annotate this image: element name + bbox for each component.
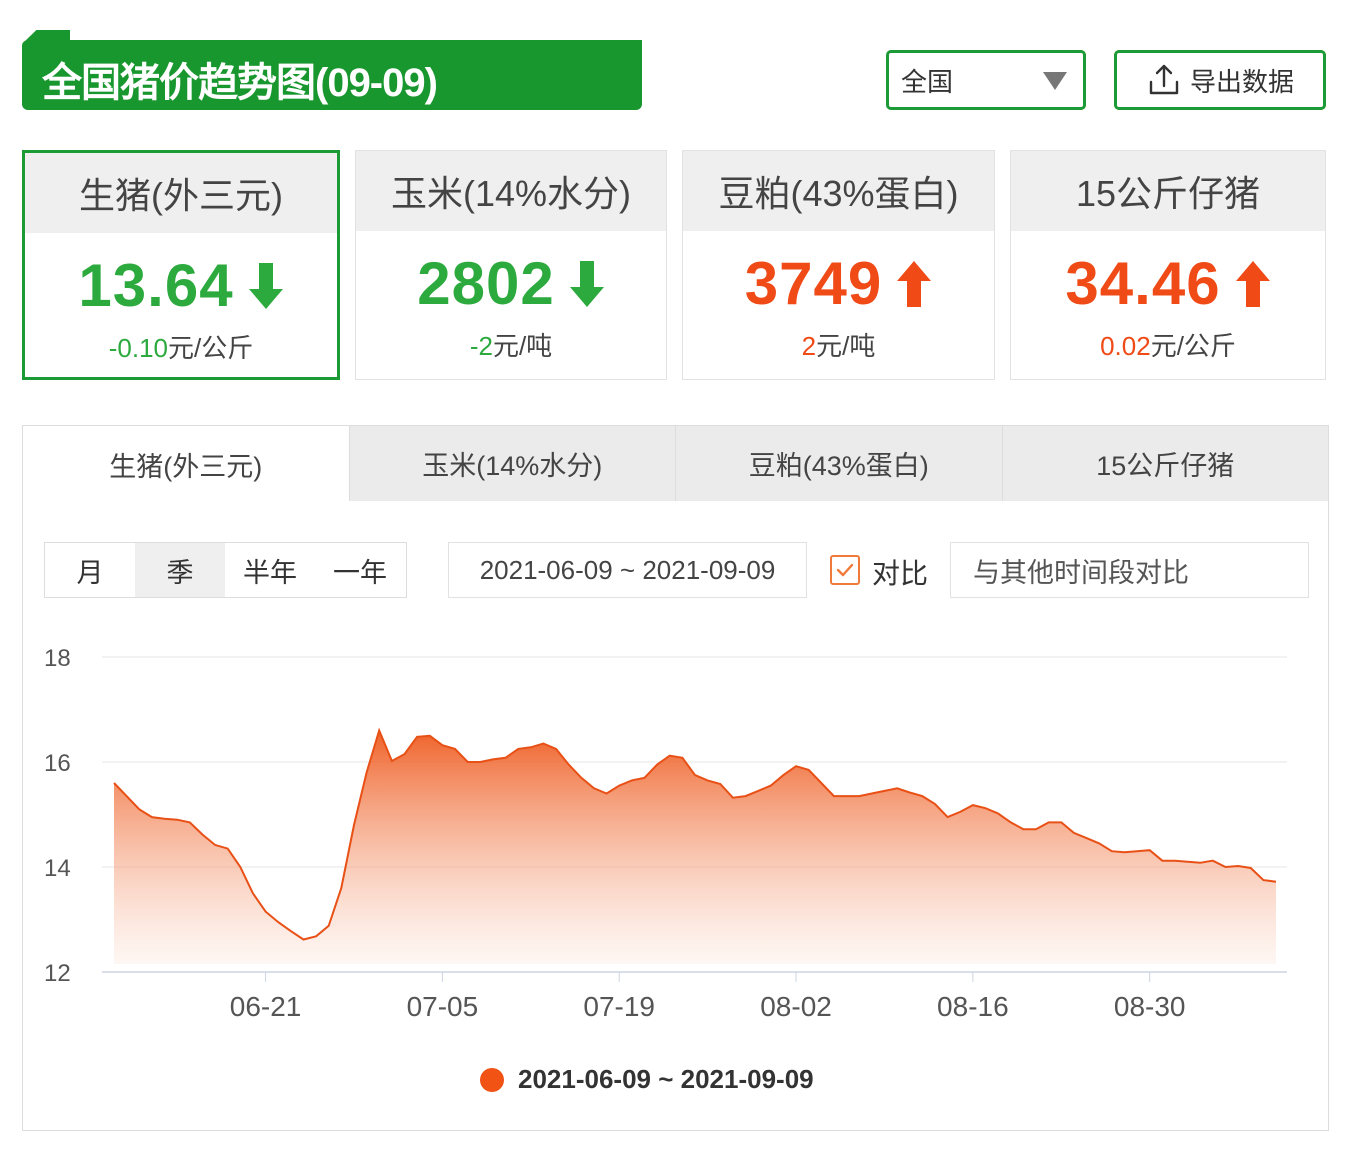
arrow-up-icon [1235,259,1271,309]
card-label: 生猪(外三元) [25,153,337,233]
period-selector: 月 季 半年 一年 [44,542,407,598]
card-unit: 元/吨 [816,331,876,361]
x-tick-label: 06-21 [230,991,302,1022]
tab-piglet[interactable]: 15公斤仔猪 [1001,425,1329,502]
date-range-picker[interactable]: 2021-06-09 ~ 2021-09-09 [448,542,807,598]
card-unit: 元/公斤 [168,333,254,363]
legend-marker [480,1067,504,1092]
region-select[interactable]: 全国 [886,50,1086,110]
price-trend-chart: 12 14 16 18 06-21 07-05 07-19 08-02 08-16 08-30 [44,645,1287,1022]
x-tick-label: 08-16 [937,991,1009,1022]
card-soybean-meal[interactable]: 豆粕(43%蛋白) 3749 2元/吨 [682,150,995,380]
card-change: -0.10 [108,333,169,363]
upload-icon [1149,64,1179,95]
arrow-down-icon [569,259,605,309]
y-tick-label: 12 [44,960,71,987]
page-title-banner: 全国猪价趋势图(09-09) [22,40,642,110]
tab-corn[interactable]: 玉米(14%水分) [348,425,675,502]
y-tick-label: 18 [44,645,71,672]
tab-live-hog[interactable]: 生猪(外三元) [22,425,349,502]
legend-label: 2021-06-09 ~ 2021-09-09 [518,1064,814,1094]
tab-soybean-meal[interactable]: 豆粕(43%蛋白) [675,425,1002,502]
compare-period-input[interactable]: 与其他时间段对比 [950,542,1309,598]
card-unit: 元/吨 [492,331,553,361]
card-unit: 元/公斤 [1150,331,1236,361]
x-tick-label: 07-05 [407,991,479,1022]
period-month-button[interactable]: 月 [45,543,135,597]
region-select-value: 全国 [901,66,954,97]
card-value: 13.64 [78,252,234,319]
card-change: 2 [801,331,817,361]
card-change: 0.02 [1100,331,1151,361]
card-value: 2802 [417,250,555,317]
card-corn[interactable]: 玉米(14%水分) 2802 -2元/吨 [355,150,667,380]
check-icon [836,563,854,577]
y-tick-label: 14 [44,855,71,882]
x-tick-label: 08-30 [1114,991,1186,1022]
export-data-label: 导出数据 [1189,66,1294,97]
caret-down-icon [1043,72,1067,90]
x-tick-label: 07-19 [583,991,655,1022]
period-half-year-button[interactable]: 半年 [225,543,315,597]
period-year-button[interactable]: 一年 [315,543,405,597]
card-change: -2 [469,331,493,361]
chart-legend: 2021-06-09 ~ 2021-09-09 [480,1064,814,1095]
card-label: 玉米(14%水分) [356,151,666,231]
period-quarter-button[interactable]: 季 [135,543,225,597]
card-value: 34.46 [1065,250,1221,317]
card-value: 3749 [744,250,883,317]
product-tabs: 生猪(外三元) 玉米(14%水分) 豆粕(43%蛋白) 15公斤仔猪 [22,425,1329,502]
arrow-down-icon [248,261,284,311]
export-data-button[interactable]: 导出数据 [1114,50,1326,110]
card-live-hog[interactable]: 生猪(外三元) 13.64 -0.10元/公斤 [22,150,340,380]
card-label: 15公斤仔猪 [1011,151,1325,231]
x-tick-label: 08-02 [760,991,832,1022]
card-piglet[interactable]: 15公斤仔猪 34.46 0.02元/公斤 [1010,150,1326,380]
card-label: 豆粕(43%蛋白) [683,151,994,231]
arrow-up-icon [896,259,932,309]
page-title: 全国猪价趋势图(09-09) [42,61,438,105]
compare-checkbox[interactable] [830,555,860,585]
y-tick-label: 16 [44,750,71,777]
compare-label: 对比 [872,558,929,589]
